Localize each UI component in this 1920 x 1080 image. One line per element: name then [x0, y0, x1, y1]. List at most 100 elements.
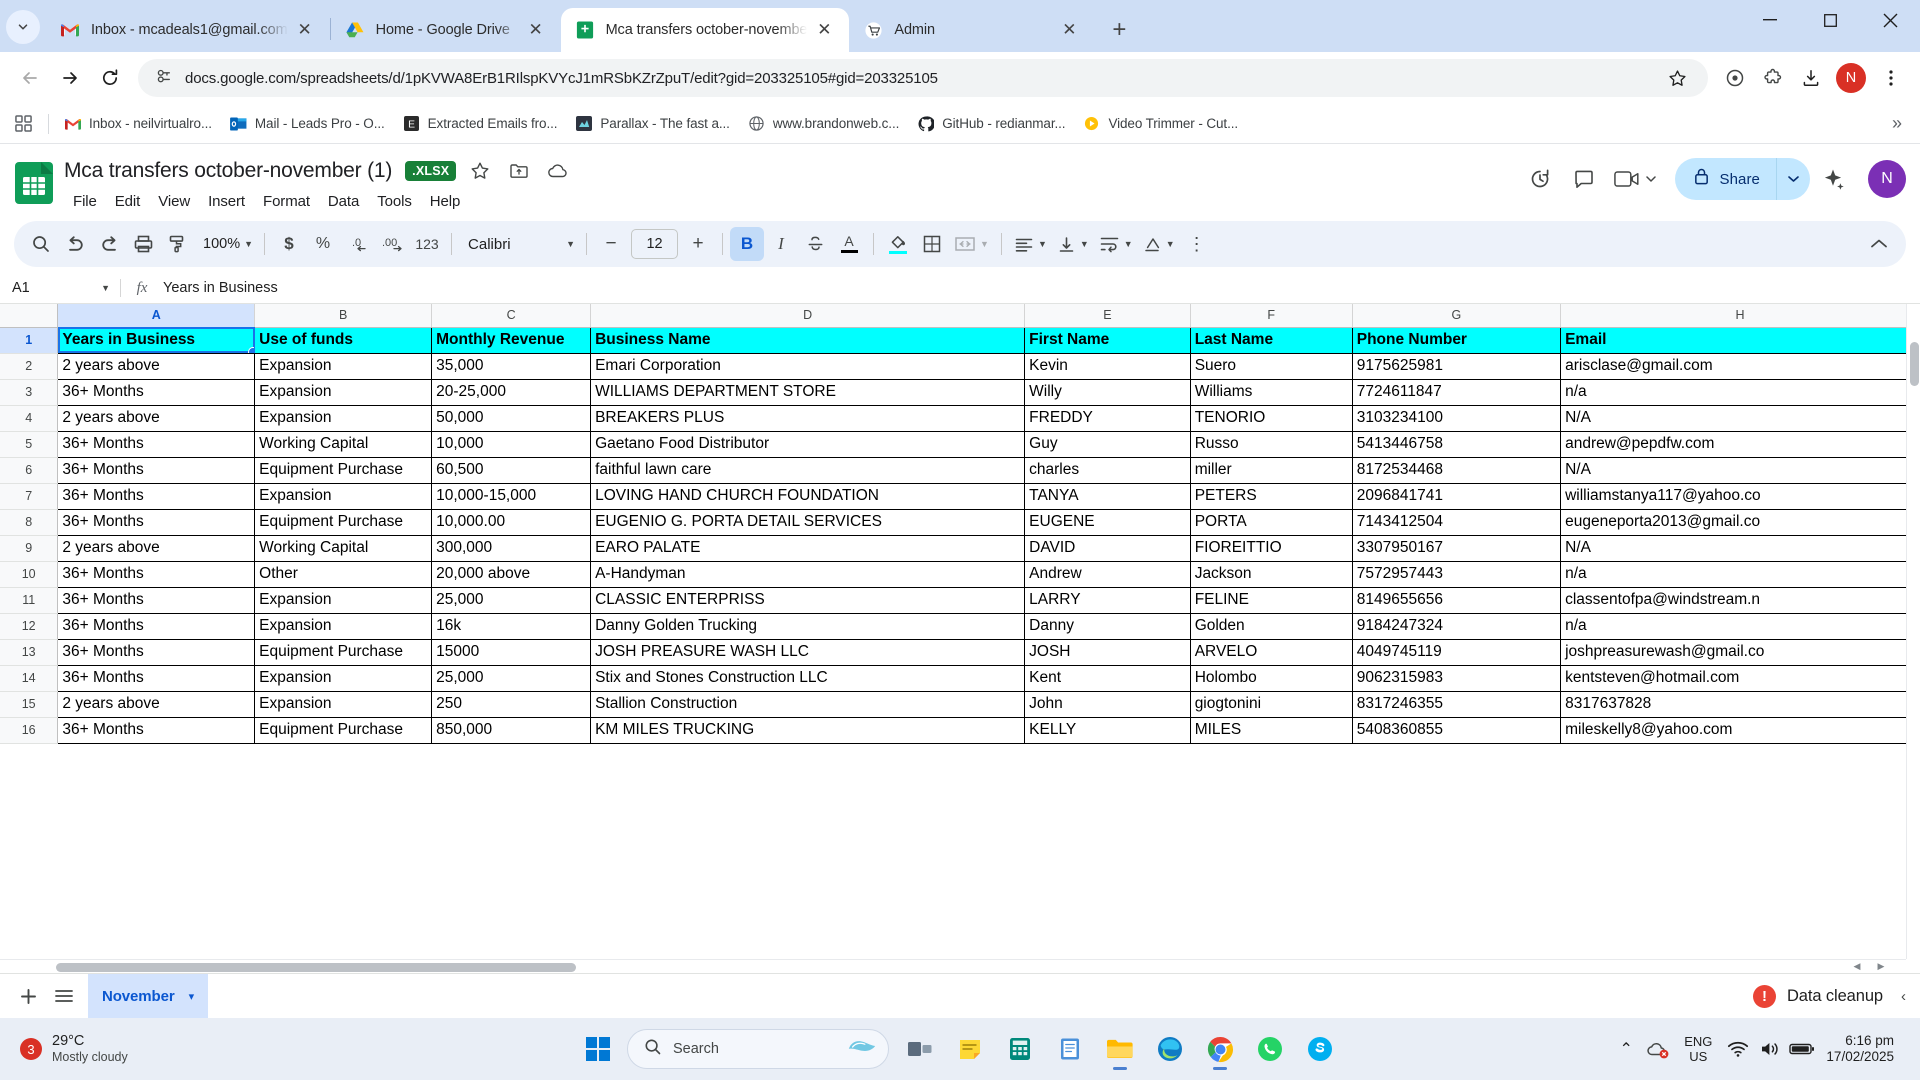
tab-search-button[interactable] — [6, 10, 40, 44]
cell-d6[interactable]: faithful lawn care — [590, 457, 1026, 484]
meet-call-button[interactable] — [1607, 158, 1663, 200]
cell-g16[interactable]: 5408360855 — [1352, 717, 1562, 744]
column-header-b[interactable]: B — [254, 304, 433, 328]
cell-a3[interactable]: 36+ Months — [57, 379, 256, 406]
cell-g9[interactable]: 3307950167 — [1352, 535, 1562, 562]
wifi-icon[interactable] — [1722, 1032, 1754, 1066]
bookmark-star-icon[interactable] — [1658, 59, 1696, 97]
text-wrapping-button[interactable]: ▼ — [1094, 227, 1138, 261]
formula-input[interactable]: Years in Business — [163, 280, 1920, 296]
search-icon[interactable] — [24, 227, 58, 261]
text-rotation-button[interactable]: ▼ — [1138, 227, 1180, 261]
cell-f3[interactable]: Williams — [1190, 379, 1353, 406]
cell-d1[interactable]: Business Name — [590, 327, 1026, 354]
weather-widget[interactable]: 3 29°C Mostly cloudy — [10, 1033, 138, 1066]
cell-c3[interactable]: 20-25,000 — [431, 379, 592, 406]
horizontal-scrollbar[interactable]: ◀ ▶ — [0, 959, 1906, 973]
cell-d5[interactable]: Gaetano Food Distributor — [590, 431, 1026, 458]
cell-a1[interactable]: Years in Business — [57, 327, 256, 354]
cell-g1[interactable]: Phone Number — [1352, 327, 1562, 354]
cell-c2[interactable]: 35,000 — [431, 353, 592, 380]
cell-a7[interactable]: 36+ Months — [57, 483, 256, 510]
cell-d9[interactable]: EARO PALATE — [590, 535, 1026, 562]
cell-a8[interactable]: 36+ Months — [57, 509, 256, 536]
search-input[interactable]: Search — [627, 1029, 889, 1069]
cell-g14[interactable]: 9062315983 — [1352, 665, 1562, 692]
cloud-saved-icon[interactable] — [543, 156, 573, 186]
microsoft-edge-icon[interactable] — [1147, 1026, 1193, 1072]
row-header[interactable]: 13 — [0, 639, 59, 666]
cell-h6[interactable]: N/A — [1560, 457, 1920, 484]
font-size-input[interactable]: 12 — [631, 229, 679, 259]
borders-button[interactable] — [915, 227, 949, 261]
vertical-align-button[interactable]: ▼ — [1052, 227, 1094, 261]
horizontal-align-button[interactable]: ▼ — [1009, 227, 1052, 261]
cell-f9[interactable]: FIOREITTIO — [1190, 535, 1353, 562]
close-icon[interactable]: ✕ — [811, 17, 837, 43]
cell-c7[interactable]: 10,000-15,000 — [431, 483, 592, 510]
version-history-icon[interactable] — [1519, 158, 1561, 200]
data-cleanup-status[interactable]: ! Data cleanup ‹ — [1752, 984, 1920, 1008]
cell-f8[interactable]: PORTA — [1190, 509, 1353, 536]
cell-h2[interactable]: arisclase@gmail.com — [1560, 353, 1920, 380]
cell-e16[interactable]: KELLY — [1024, 717, 1191, 744]
cell-g5[interactable]: 5413446758 — [1352, 431, 1562, 458]
column-header-c[interactable]: C — [431, 304, 592, 328]
site-info-icon[interactable] — [154, 67, 172, 90]
column-header-g[interactable]: G — [1352, 304, 1562, 328]
row-header[interactable]: 11 — [0, 587, 59, 614]
cell-c11[interactable]: 25,000 — [431, 587, 592, 614]
row-header[interactable]: 6 — [0, 457, 59, 484]
collapse-panel-icon[interactable]: ‹ — [1901, 988, 1906, 1005]
close-icon[interactable]: ✕ — [292, 17, 318, 43]
cell-b13[interactable]: Equipment Purchase — [254, 639, 433, 666]
profile-avatar[interactable]: N — [1836, 63, 1866, 93]
file-explorer-icon[interactable] — [1097, 1026, 1143, 1072]
onedrive-paused-icon[interactable] — [1642, 1032, 1674, 1066]
minimize-button[interactable] — [1740, 0, 1800, 40]
volume-icon[interactable] — [1754, 1032, 1786, 1066]
cell-g7[interactable]: 2096841741 — [1352, 483, 1562, 510]
cell-e11[interactable]: LARRY — [1024, 587, 1191, 614]
cell-d3[interactable]: WILLIAMS DEPARTMENT STORE — [590, 379, 1026, 406]
cell-c16[interactable]: 850,000 — [431, 717, 592, 744]
cell-d12[interactable]: Danny Golden Trucking — [590, 613, 1026, 640]
cell-b11[interactable]: Expansion — [254, 587, 433, 614]
cell-e1[interactable]: First Name — [1024, 327, 1191, 354]
print-icon[interactable] — [126, 227, 160, 261]
cell-b5[interactable]: Working Capital — [254, 431, 433, 458]
name-box[interactable]: A1 ▼ — [0, 273, 120, 303]
cell-f4[interactable]: TENORIO — [1190, 405, 1353, 432]
share-button[interactable]: Share — [1675, 158, 1776, 200]
cell-a11[interactable]: 36+ Months — [57, 587, 256, 614]
strikethrough-button[interactable] — [798, 227, 832, 261]
row-header[interactable]: 9 — [0, 535, 59, 562]
cell-f11[interactable]: FELINE — [1190, 587, 1353, 614]
more-options-button[interactable]: ⋮ — [1180, 227, 1214, 261]
downloads-icon[interactable] — [1792, 59, 1830, 97]
cell-d13[interactable]: JOSH PREASURE WASH LLC — [590, 639, 1026, 666]
address-bar[interactable]: docs.google.com/spreadsheets/d/1pKVWA8Er… — [138, 59, 1708, 97]
cell-g10[interactable]: 7572957443 — [1352, 561, 1562, 588]
select-all-corner[interactable] — [0, 304, 59, 328]
browser-tab-google-drive[interactable]: Home - Google Drive ✕ — [331, 8, 561, 52]
vertical-scrollbar[interactable] — [1906, 304, 1920, 959]
sheet-tab-november[interactable]: November ▾ — [88, 973, 209, 1019]
menu-data[interactable]: Data — [319, 189, 368, 214]
bookmark-brandonweb[interactable]: www.brandonweb.c... — [739, 110, 908, 137]
cell-h16[interactable]: mileskelly8@yahoo.com — [1560, 717, 1920, 744]
cell-a2[interactable]: 2 years above — [57, 353, 256, 380]
cell-d2[interactable]: Emari Corporation — [590, 353, 1026, 380]
chrome-menu-icon[interactable] — [1872, 59, 1910, 97]
cell-e10[interactable]: Andrew — [1024, 561, 1191, 588]
row-header[interactable]: 2 — [0, 353, 59, 380]
cell-h8[interactable]: eugeneporta2013@gmail.co — [1560, 509, 1920, 536]
cell-b12[interactable]: Expansion — [254, 613, 433, 640]
row-header[interactable]: 10 — [0, 561, 59, 588]
whatsapp-icon[interactable] — [1247, 1026, 1293, 1072]
cell-h5[interactable]: andrew@pepdfw.com — [1560, 431, 1920, 458]
fill-color-button[interactable] — [881, 227, 915, 261]
page-title[interactable]: Mca transfers october-november (1) — [64, 159, 392, 183]
cell-b1[interactable]: Use of funds — [254, 327, 433, 354]
column-header-f[interactable]: F — [1190, 304, 1353, 328]
